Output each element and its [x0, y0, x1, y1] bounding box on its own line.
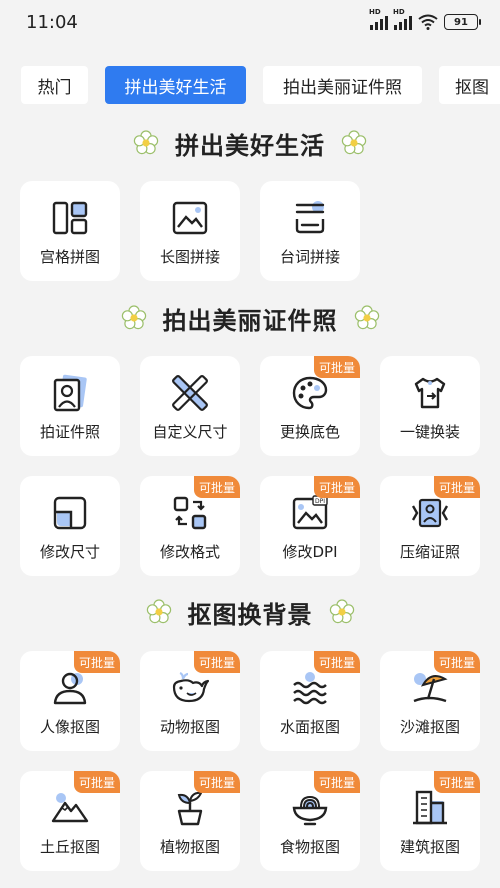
tool-card-subtitle-stitch[interactable]: 台词拼接: [260, 181, 360, 281]
tool-card-plant-cutout[interactable]: 可批量 植物抠图: [140, 771, 240, 871]
batch-badge: 可批量: [194, 476, 240, 498]
tool-card-building-cutout[interactable]: 可批量 建筑抠图: [380, 771, 480, 871]
shirt-swap-icon: [414, 377, 446, 409]
compress-icon: [411, 498, 449, 528]
portrait-icon: [53, 672, 87, 705]
grid-collage-icon: [52, 201, 88, 235]
subtitle-stitch-icon: [295, 201, 325, 234]
batch-badge: 可批量: [74, 651, 120, 673]
batch-badge: 可批量: [194, 651, 240, 673]
whale-icon: [172, 671, 209, 703]
section-title-collage: 拼出美好生活: [0, 123, 500, 163]
batch-badge: 可批量: [314, 476, 360, 498]
tool-card-resize[interactable]: 修改尺寸: [20, 476, 120, 576]
tool-label: 台词拼接: [279, 248, 340, 266]
tool-label: 植物抠图: [159, 838, 220, 856]
hd-label: HD: [369, 8, 381, 16]
tool-card-grid-collage[interactable]: 宫格拼图: [20, 181, 120, 281]
id-photo-icon: [53, 374, 87, 412]
section-title-cutout: 抠图换背景: [0, 592, 500, 632]
tool-card-portrait-cutout[interactable]: 可批量 人像抠图: [20, 651, 120, 751]
flower-icon: [329, 599, 354, 624]
tool-card-water-cutout[interactable]: 可批量 水面抠图: [260, 651, 360, 751]
battery-icon: 91: [444, 14, 481, 30]
tool-label: 长图拼接: [159, 248, 220, 266]
tool-label: 沙滩抠图: [399, 718, 460, 736]
water-icon: [293, 672, 327, 705]
batch-badge: 可批量: [434, 771, 480, 793]
tool-card-food-cutout[interactable]: 可批量 食物抠图: [260, 771, 360, 871]
tool-card-change-background[interactable]: 可批量 更换底色: [260, 356, 360, 456]
flower-icon: [121, 305, 146, 330]
ruler-pencil-icon: [172, 375, 208, 411]
tool-card-format[interactable]: 可批量 修改格式: [140, 476, 240, 576]
section-title-text: 抠图换背景: [187, 600, 313, 629]
dpi-icon: DPI: [292, 495, 328, 530]
tab-id-photo[interactable]: 拍出美丽证件照: [263, 66, 422, 104]
section-title-text: 拼出美好生活: [175, 131, 325, 160]
section-title-id-photo: 拍出美丽证件照: [0, 298, 500, 338]
beach-umbrella-icon: [413, 673, 448, 703]
batch-badge: 可批量: [74, 771, 120, 793]
tool-label: 修改格式: [159, 543, 220, 561]
category-tabs: 热门 拼出美好生活 拍出美丽证件照 抠图: [0, 66, 500, 106]
tool-card-hill-cutout[interactable]: 可批量 土丘抠图: [20, 771, 120, 871]
signal-icon-2: HD: [393, 8, 412, 30]
format-convert-icon: [173, 496, 207, 530]
batch-badge: 可批量: [314, 651, 360, 673]
tool-label: 动物抠图: [159, 718, 220, 736]
flower-icon: [341, 130, 367, 155]
batch-badge: 可批量: [434, 476, 480, 498]
tool-label: 水面抠图: [279, 718, 340, 736]
status-bar: 11:04 HD HD 91: [0, 0, 500, 46]
batch-badge: 可批量: [314, 771, 360, 793]
tool-card-long-image[interactable]: 长图拼接: [140, 181, 240, 281]
batch-badge: 可批量: [194, 771, 240, 793]
tool-label: 土丘抠图: [39, 838, 100, 856]
tab-cutout[interactable]: 抠图: [439, 66, 500, 104]
tool-label: 压缩证照: [399, 543, 460, 561]
tool-card-beach-cutout[interactable]: 可批量 沙滩抠图: [380, 651, 480, 751]
tool-card-animal-cutout[interactable]: 可批量 动物抠图: [140, 651, 240, 751]
mountain-icon: [51, 793, 89, 823]
status-time: 11:04: [26, 12, 78, 33]
batch-badge: 可批量: [434, 651, 480, 673]
hd-label-2: HD: [393, 8, 405, 16]
tool-card-dpi[interactable]: DPI 可批量 修改DPI: [260, 476, 360, 576]
flower-icon: [354, 305, 379, 330]
tab-hot[interactable]: 热门: [21, 66, 88, 104]
tool-card-compress[interactable]: 可批量 压缩证照: [380, 476, 480, 576]
tab-collage[interactable]: 拼出美好生活: [105, 66, 246, 104]
tool-card-outfit-swap[interactable]: 一键换装: [380, 356, 480, 456]
long-image-icon: [172, 201, 208, 235]
building-icon: [413, 790, 447, 825]
tool-label: 更换底色: [279, 423, 340, 441]
tool-label: 建筑抠图: [399, 838, 460, 856]
tool-label: 自定义尺寸: [152, 423, 228, 441]
tool-label: 食物抠图: [279, 838, 340, 856]
tool-card-custom-size[interactable]: 自定义尺寸: [140, 356, 240, 456]
tool-card-id-photo[interactable]: 拍证件照: [20, 356, 120, 456]
tool-label: 修改DPI: [282, 543, 338, 561]
flower-icon: [146, 599, 171, 624]
tool-label: 宫格拼图: [39, 248, 100, 266]
tool-label: 修改尺寸: [39, 543, 100, 561]
wifi-icon: [418, 14, 438, 30]
food-bowl-icon: [292, 795, 328, 826]
svg-text:DPI: DPI: [315, 498, 325, 505]
plant-icon: [177, 791, 203, 826]
tool-label: 人像抠图: [39, 718, 100, 736]
status-icons: HD HD 91: [369, 8, 481, 30]
signal-icon: HD: [369, 8, 388, 30]
section-title-text: 拍出美丽证件照: [162, 306, 338, 335]
flower-icon: [133, 130, 159, 155]
palette-icon: [292, 376, 328, 410]
resize-icon: [53, 496, 87, 530]
batch-badge: 可批量: [314, 356, 360, 378]
tool-label: 一键换装: [399, 423, 460, 441]
tool-label: 拍证件照: [39, 423, 100, 441]
